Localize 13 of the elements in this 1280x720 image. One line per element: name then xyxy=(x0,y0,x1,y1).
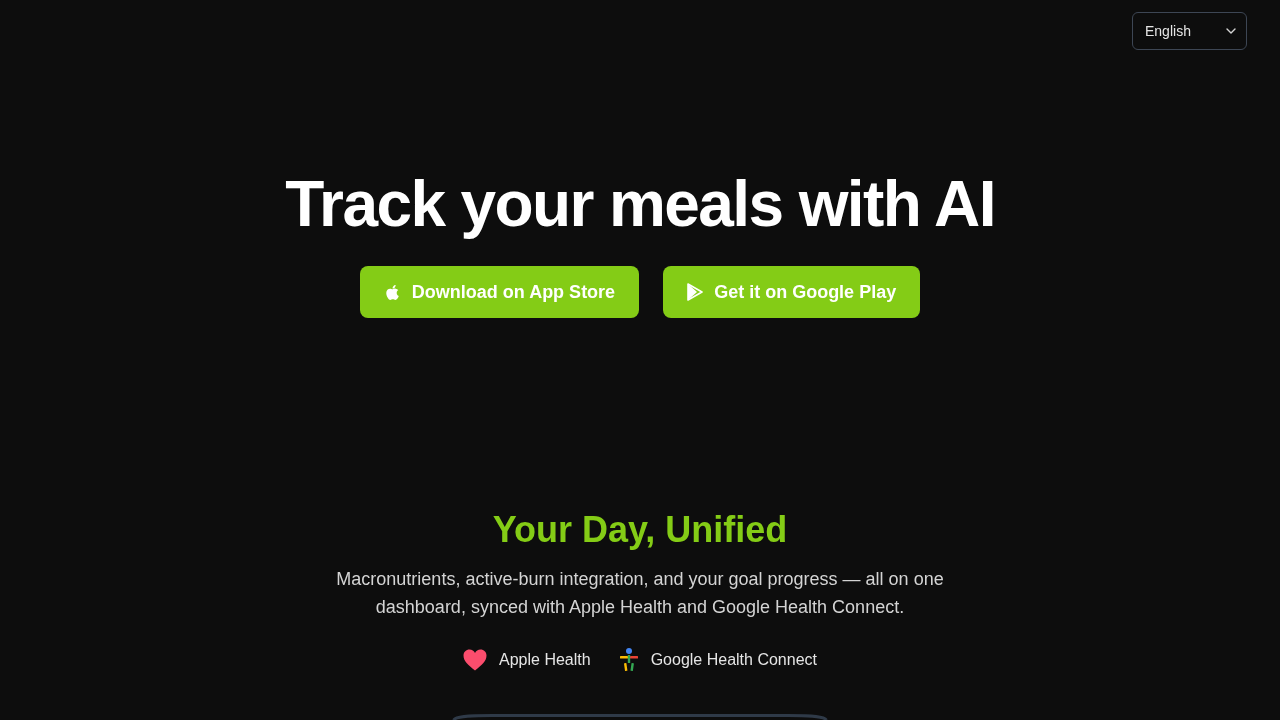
heart-icon xyxy=(463,649,487,671)
figure-icon xyxy=(618,648,639,672)
hero-title: Track your meals with AI xyxy=(285,169,995,239)
integration-label: Google Health Connect xyxy=(650,650,817,670)
language-select[interactable]: English xyxy=(1132,12,1247,50)
chevron-down-icon xyxy=(1226,28,1236,34)
apple-icon xyxy=(383,283,401,301)
play-icon xyxy=(687,283,704,301)
app-store-button[interactable]: Download on App Store xyxy=(359,266,640,318)
google-play-button[interactable]: Get it on Google Play xyxy=(663,266,921,318)
section-title: Your Day, Unified xyxy=(492,510,788,550)
section-description: Macronutrients, active-burn integration, and your goal progress — all on one dashboard, synced with Apple Health and Google Health Connect. xyxy=(335,568,945,619)
integration-label: Apple Health xyxy=(499,650,591,670)
